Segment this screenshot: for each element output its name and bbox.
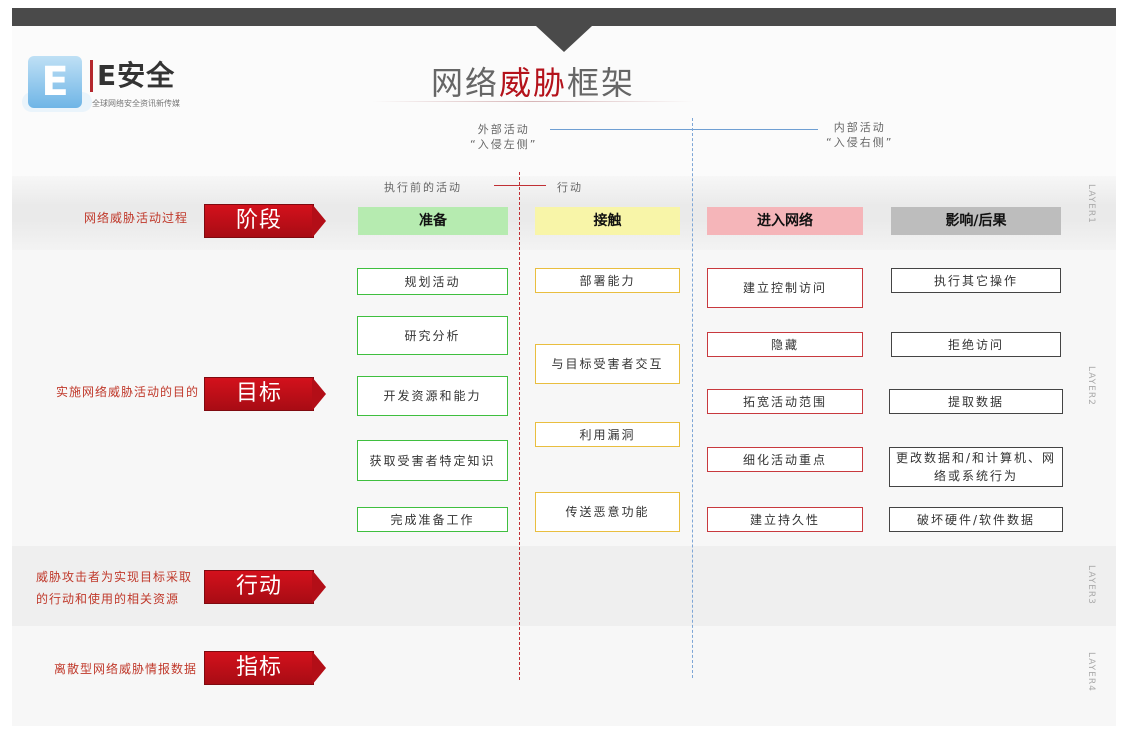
inside-activity-label: 内部活动 “入侵右侧” xyxy=(826,120,893,150)
effect-item: 拒绝访问 xyxy=(891,332,1061,357)
intrusion-boundary-line xyxy=(692,118,693,678)
phase-engage: 接触 xyxy=(535,207,680,235)
presence-item: 建立持久性 xyxy=(707,507,863,532)
phase-presence: 进入网络 xyxy=(707,207,863,235)
presence-item: 细化活动重点 xyxy=(707,447,863,472)
presence-item: 建立控制访问 xyxy=(707,268,863,308)
inside-line2: “入侵右侧” xyxy=(826,136,894,149)
page-title: 网络威胁框架 xyxy=(372,58,694,104)
title-highlight: 威胁 xyxy=(498,64,567,102)
action-arrow: 行动 xyxy=(204,570,326,604)
engage-item: 传送恶意功能 xyxy=(535,492,680,532)
title-part2: 框架 xyxy=(567,64,636,102)
engage-item: 利用漏洞 xyxy=(535,422,680,447)
row-action-desc-line1: 威胁攻击者为实现目标采取 xyxy=(36,570,193,584)
row-stage-desc: 网络威胁活动过程 xyxy=(84,211,189,225)
effect-item: 破坏硬件/软件数据 xyxy=(889,507,1063,532)
effect-item: 执行其它操作 xyxy=(891,268,1061,293)
phase-effect: 影响/后果 xyxy=(891,207,1061,235)
action-divider-line xyxy=(494,185,546,186)
presence-item: 隐藏 xyxy=(707,332,863,357)
layer3-label: LAYER3 xyxy=(1086,565,1096,605)
action-boundary-line xyxy=(519,172,520,680)
layer1-label: LAYER1 xyxy=(1086,184,1096,224)
prepare-item: 开发资源和能力 xyxy=(357,376,508,416)
indicator-arrow: 指标 xyxy=(204,651,326,685)
top-bar xyxy=(12,8,1116,26)
row-action-desc-line2: 的行动和使用的相关资源 xyxy=(36,592,180,606)
stage-arrow-label: 阶段 xyxy=(235,208,282,233)
objective-arrow-label: 目标 xyxy=(235,381,282,406)
row-indicator-desc: 离散型网络威胁情报数据 xyxy=(54,662,198,676)
prepare-item: 获取受害者特定知识 xyxy=(357,440,508,481)
engage-item: 部署能力 xyxy=(535,268,680,293)
effect-item: 更改数据和/和计算机、网络或系统行为 xyxy=(889,447,1063,487)
title-part1: 网络 xyxy=(430,64,499,102)
stage-arrow: 阶段 xyxy=(204,204,326,238)
presence-item: 拓宽活动范围 xyxy=(707,389,863,414)
row-action-desc: 威胁攻击者为实现目标采取 的行动和使用的相关资源 xyxy=(36,566,192,610)
outside-line2: “入侵左侧” xyxy=(470,138,538,151)
inside-line1: 内部活动 xyxy=(833,121,886,134)
engage-item: 与目标受害者交互 xyxy=(535,344,680,384)
indicator-arrow-label: 指标 xyxy=(235,655,282,680)
outside-activity-label: 外部活动 “入侵左侧” xyxy=(470,122,537,152)
outside-line1: 外部活动 xyxy=(477,123,530,136)
phase-prepare: 准备 xyxy=(358,207,508,235)
action-arrow-label: 行动 xyxy=(235,574,282,599)
pre-activity-label: 执行前的活动 xyxy=(384,181,462,194)
logo-tagline: 全球网络安全资讯新传媒 xyxy=(92,99,180,108)
layer2-label: LAYER2 xyxy=(1086,366,1096,406)
objective-arrow: 目标 xyxy=(204,377,326,411)
action-label: 行动 xyxy=(557,181,583,194)
logo-mark: E xyxy=(28,56,82,108)
title-underline xyxy=(372,101,694,102)
layer4-label: LAYER4 xyxy=(1086,652,1096,692)
logo-name: E安全 xyxy=(90,60,175,92)
inside-outside-divider xyxy=(550,129,818,130)
prepare-item: 完成准备工作 xyxy=(357,507,508,532)
prepare-item: 研究分析 xyxy=(357,316,508,355)
effect-item: 提取数据 xyxy=(889,389,1063,414)
prepare-item: 规划活动 xyxy=(357,268,508,295)
row-objective-desc: 实施网络威胁活动的目的 xyxy=(56,385,200,399)
top-notch xyxy=(536,26,592,52)
